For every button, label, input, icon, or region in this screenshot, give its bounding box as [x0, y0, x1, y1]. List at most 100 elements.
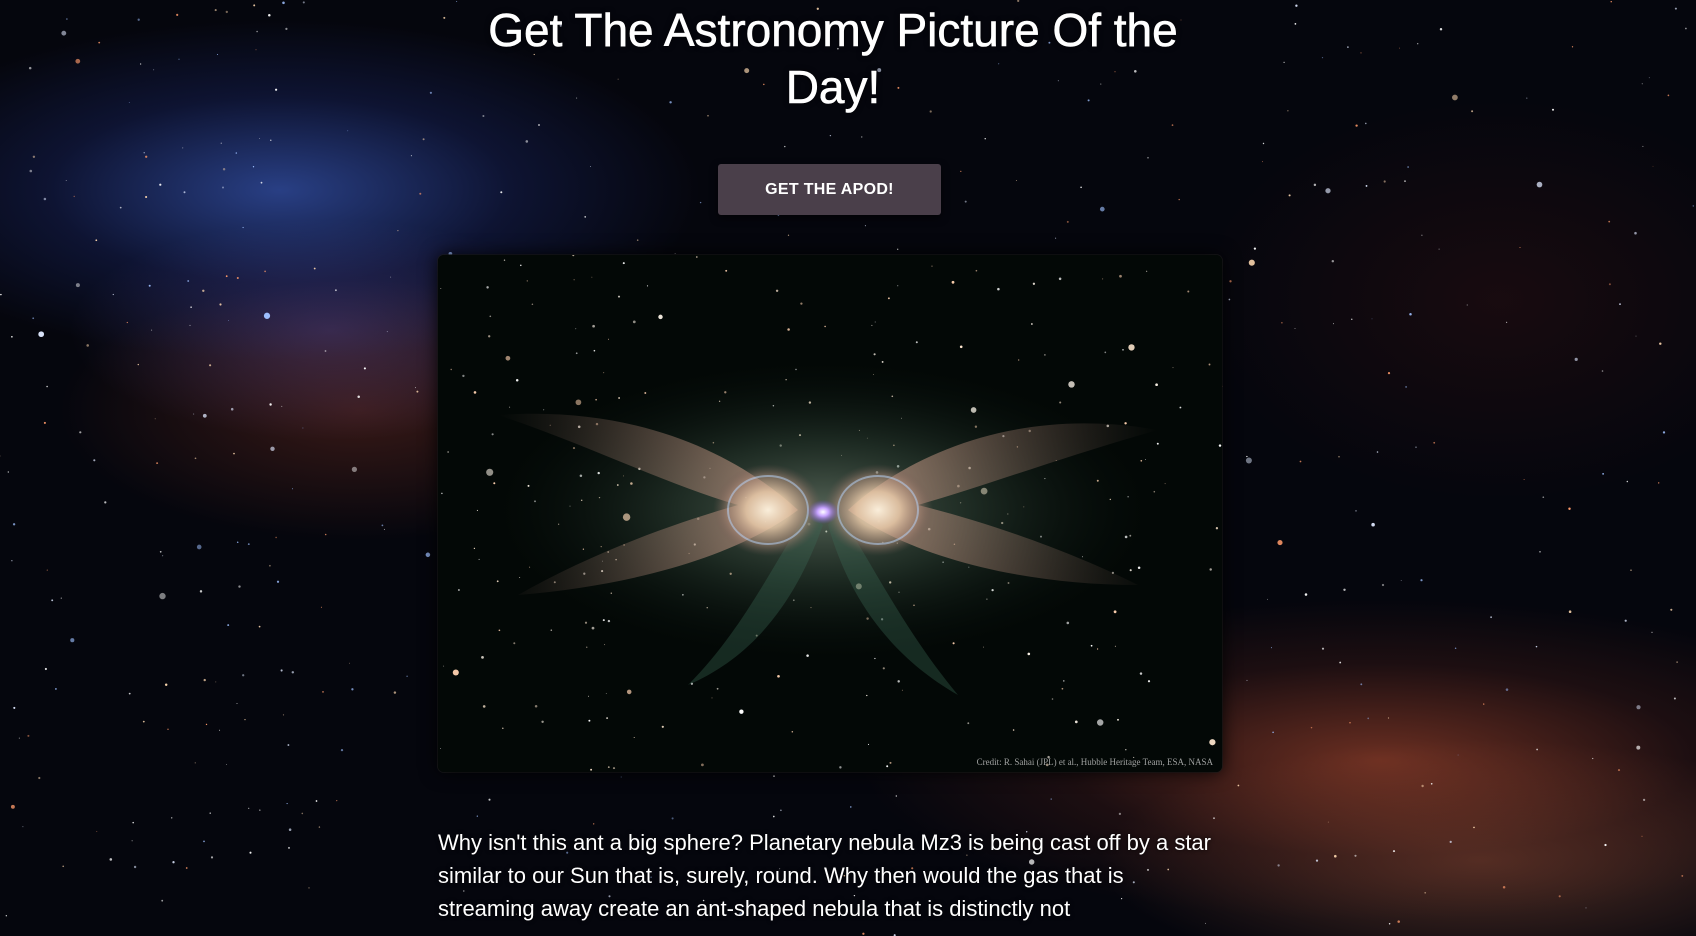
image-star — [1097, 648, 1099, 650]
image-star — [591, 276, 593, 278]
image-star — [967, 722, 970, 725]
image-star — [661, 725, 664, 728]
image-star — [607, 766, 610, 768]
get-apod-button[interactable]: GET THE APOD! — [718, 164, 941, 215]
image-star — [1146, 270, 1148, 272]
image-star — [1027, 652, 1031, 656]
image-star — [951, 280, 955, 284]
image-star — [1031, 323, 1033, 325]
image-star — [1209, 568, 1212, 571]
image-star — [1068, 381, 1075, 388]
image-star — [496, 580, 499, 583]
image-star — [1128, 344, 1135, 351]
image-star — [531, 303, 534, 305]
image-star — [575, 399, 582, 406]
image-star — [1129, 569, 1132, 572]
apod-image-card: Credit: R. Sahai (JPL) et al., Hubble He… — [438, 255, 1222, 772]
image-star — [777, 674, 780, 678]
image-credit: Credit: R. Sahai (JPL) et al., Hubble He… — [976, 757, 1213, 767]
image-star — [1012, 729, 1015, 731]
image-star — [1140, 459, 1143, 462]
image-star — [1059, 401, 1062, 404]
image-star — [541, 720, 544, 724]
image-star — [897, 285, 899, 287]
image-star — [486, 468, 494, 476]
image-star — [489, 315, 492, 318]
image-star — [626, 689, 632, 695]
image-star — [897, 680, 900, 683]
image-star — [1155, 383, 1158, 387]
image-star — [450, 368, 452, 371]
image-star — [711, 697, 713, 699]
image-star — [915, 341, 918, 344]
image-star — [584, 621, 588, 624]
image-star — [959, 345, 963, 349]
image-star — [1147, 680, 1151, 683]
image-star — [473, 547, 476, 550]
image-star — [441, 492, 443, 495]
image-star — [498, 629, 501, 632]
image-star — [509, 406, 511, 408]
image-star — [867, 743, 870, 745]
image-star — [573, 279, 575, 281]
image-star — [447, 451, 449, 453]
image-star — [716, 687, 719, 690]
image-star — [443, 665, 445, 667]
image-star — [618, 295, 620, 298]
image-star — [575, 328, 577, 330]
image-star — [526, 280, 528, 282]
image-star — [488, 335, 491, 338]
image-star — [1102, 278, 1104, 280]
image-star — [975, 269, 978, 272]
image-star — [646, 285, 649, 287]
image-star — [901, 689, 903, 691]
image-star — [1051, 698, 1054, 700]
image-star — [983, 646, 984, 648]
image-star — [440, 287, 442, 289]
image-star — [739, 709, 744, 714]
image-star — [515, 379, 519, 382]
image-star — [775, 289, 779, 293]
image-star — [473, 391, 477, 394]
image-star — [1061, 687, 1064, 690]
image-star — [701, 763, 704, 767]
image-star — [1090, 644, 1093, 647]
page-title: Get The Astronomy Picture Of the Day! — [488, 4, 1178, 114]
image-star — [605, 693, 607, 695]
image-star — [457, 589, 460, 591]
image-star — [595, 398, 597, 401]
image-star — [1018, 359, 1020, 361]
image-star — [440, 748, 441, 750]
image-star — [1187, 290, 1190, 293]
image-star — [871, 324, 873, 326]
image-star — [873, 353, 876, 356]
image-star — [791, 730, 794, 733]
image-star — [787, 328, 790, 331]
image-star — [1179, 406, 1182, 409]
image-star — [1058, 277, 1062, 281]
image-star — [1113, 610, 1117, 614]
image-star — [1124, 422, 1127, 425]
image-star — [481, 656, 484, 659]
image-star — [1117, 718, 1119, 721]
image-star — [493, 482, 496, 485]
image-star — [513, 642, 516, 645]
image-star — [592, 324, 595, 328]
image-star — [1032, 282, 1036, 285]
image-star — [695, 256, 698, 258]
image-star — [608, 338, 609, 340]
image-star — [612, 767, 616, 770]
image-star — [800, 302, 803, 305]
image-star — [587, 695, 590, 697]
image-star — [882, 667, 885, 670]
image-star — [824, 325, 826, 328]
image-star — [1208, 363, 1211, 366]
image-star — [1114, 645, 1116, 647]
image-star — [593, 349, 596, 352]
image-star — [505, 355, 511, 361]
image-star — [1122, 349, 1124, 351]
page-content: Get The Astronomy Picture Of the Day! GE… — [0, 0, 1696, 936]
image-star — [491, 433, 494, 436]
image-star — [476, 509, 478, 511]
image-star — [1063, 680, 1065, 682]
